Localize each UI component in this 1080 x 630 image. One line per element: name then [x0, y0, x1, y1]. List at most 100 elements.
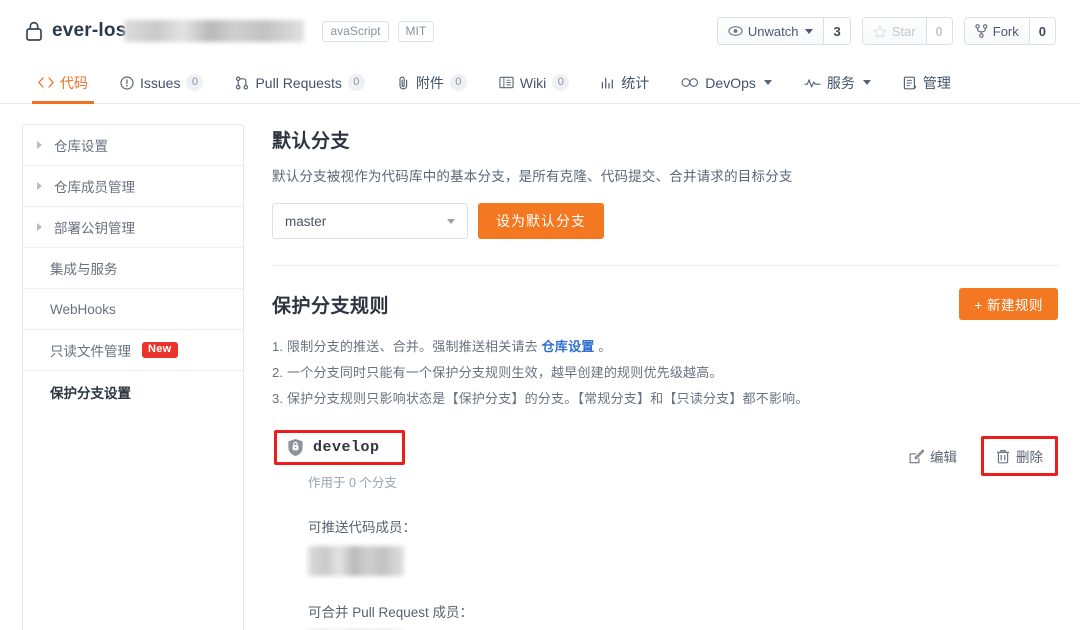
- rule-applies-to: 作用于 0 个分支: [308, 472, 473, 491]
- default-branch-row: master 设为默认分支: [272, 203, 1058, 239]
- protected-rule-actions: 编辑 删除: [899, 430, 1058, 476]
- chevron-down-icon: [447, 219, 455, 224]
- rule-note-1-suffix: 。: [594, 339, 611, 354]
- fork-count: 0: [1029, 18, 1055, 44]
- protected-rules-header: 保护分支规则 + 新建规则: [272, 288, 1058, 320]
- sidebar-item-protected-branches[interactable]: 保护分支设置: [23, 371, 243, 412]
- edit-rule-button[interactable]: 编辑: [899, 439, 967, 473]
- default-branch-description: 默认分支被视作为代码库中的基本分支，是所有克隆、代码提交、合并请求的目标分支: [272, 165, 1058, 185]
- sidebar-item-repo-settings[interactable]: 仓库设置: [23, 125, 243, 166]
- watch-count: 3: [823, 18, 849, 44]
- tab-wiki-badge: 0: [552, 74, 569, 91]
- fork-button-group[interactable]: Fork 0: [964, 17, 1056, 45]
- default-branch-title: 默认分支: [272, 126, 1058, 153]
- fork-label: Fork: [993, 24, 1019, 39]
- new-rule-button[interactable]: + 新建规则: [959, 288, 1058, 320]
- license-chip: MIT: [398, 21, 435, 42]
- lock-icon: [24, 20, 44, 42]
- sidebar-item-repo-members[interactable]: 仓库成员管理: [23, 166, 243, 207]
- merge-members-label: 可合并 Pull Request 成员：: [308, 601, 473, 621]
- tab-management-label: 管理: [923, 73, 951, 93]
- rule-note-1: 1. 限制分支的推送、合并。强制推送相关请去 仓库设置 。: [272, 334, 1058, 360]
- tab-devops-label: DevOps: [705, 75, 756, 91]
- protected-rules-notes: 1. 限制分支的推送、合并。强制推送相关请去 仓库设置 。 2. 一个分支同时只…: [272, 334, 1058, 412]
- star-button-group[interactable]: Star 0: [862, 17, 953, 45]
- tab-statistics-label: 统计: [621, 73, 649, 93]
- tab-attachments-badge: 0: [450, 74, 467, 91]
- tab-issues[interactable]: Issues 0: [104, 62, 219, 103]
- page-body: 仓库设置 仓库成员管理 部署公钥管理 集成与服务 WebHooks 只读文件管理…: [0, 104, 1080, 630]
- tab-code[interactable]: 代码: [22, 62, 104, 103]
- sidebar-item-deploy-keys[interactable]: 部署公钥管理: [23, 207, 243, 248]
- repo-name-text[interactable]: ever-los: [52, 20, 126, 42]
- star-count: 0: [926, 18, 952, 44]
- chevron-down-icon: [805, 29, 813, 34]
- tab-management[interactable]: 管理: [887, 62, 967, 103]
- sidebar-item-label: 保护分支设置: [50, 382, 131, 402]
- push-members-redacted: [308, 546, 404, 576]
- tab-pull-requests[interactable]: Pull Requests 0: [219, 62, 380, 103]
- pulse-icon: [804, 77, 821, 89]
- sidebar-item-webhooks[interactable]: WebHooks: [23, 289, 243, 330]
- tab-issues-label: Issues: [140, 75, 180, 91]
- unwatch-button[interactable]: Unwatch: [718, 18, 824, 44]
- sidebar-item-label: WebHooks: [50, 302, 116, 317]
- code-icon: [38, 76, 54, 89]
- repo-nav-tabs: 代码 Issues 0 Pull Requests 0 附件 0 W: [0, 62, 1080, 104]
- rule-name-text: develop: [313, 439, 380, 456]
- tab-code-label: 代码: [60, 73, 88, 93]
- repo-name-redacted: [124, 20, 304, 42]
- watch-button-group[interactable]: Unwatch 3: [717, 17, 851, 45]
- star-label: Star: [892, 24, 916, 39]
- tab-attachments-label: 附件: [416, 73, 444, 93]
- chevron-down-icon: [764, 80, 772, 85]
- rule-note-1-prefix: 1. 限制分支的推送、合并。强制推送相关请去: [272, 339, 542, 354]
- sidebar-item-readonly-files[interactable]: 只读文件管理 New: [23, 330, 243, 371]
- chevron-right-icon: [37, 141, 42, 149]
- sidebar-item-label: 仓库成员管理: [54, 176, 135, 196]
- eye-icon: [728, 25, 743, 37]
- sidebar-item-integrations[interactable]: 集成与服务: [23, 248, 243, 289]
- section-divider: [272, 265, 1058, 266]
- protected-rule-item: develop 作用于 0 个分支 可推送代码成员： 可合并 Pull Requ…: [272, 430, 1058, 630]
- protected-rules-title: 保护分支规则: [272, 291, 389, 318]
- star-button[interactable]: Star: [863, 18, 926, 44]
- new-badge: New: [142, 342, 178, 358]
- repo-title: ever-los avaScript MIT: [24, 20, 717, 42]
- protected-rule-details: develop 作用于 0 个分支 可推送代码成员： 可合并 Pull Requ…: [272, 430, 473, 630]
- tab-services-label: 服务: [827, 73, 855, 93]
- sidebar-item-label: 集成与服务: [50, 258, 118, 278]
- tab-wiki-label: Wiki: [520, 75, 546, 91]
- main-content: 默认分支 默认分支被视作为代码库中的基本分支，是所有克隆、代码提交、合并请求的目…: [272, 124, 1058, 630]
- tab-services[interactable]: 服务: [788, 62, 887, 103]
- trash-icon: [996, 449, 1010, 464]
- edit-icon: [909, 449, 924, 464]
- rule-name-box[interactable]: develop: [274, 430, 405, 465]
- branch-select[interactable]: master: [272, 203, 468, 239]
- tab-pull-requests-label: Pull Requests: [255, 75, 341, 91]
- chevron-right-icon: [37, 223, 42, 231]
- settings-sidebar: 仓库设置 仓库成员管理 部署公钥管理 集成与服务 WebHooks 只读文件管理…: [22, 124, 244, 630]
- chevron-down-icon: [863, 80, 871, 85]
- set-default-branch-button[interactable]: 设为默认分支: [478, 203, 604, 239]
- sidebar-item-label: 仓库设置: [54, 135, 108, 155]
- tab-wiki[interactable]: Wiki 0: [483, 62, 585, 103]
- repo-header: ever-los avaScript MIT Unwatch 3: [0, 0, 1080, 62]
- tab-statistics[interactable]: 统计: [585, 62, 665, 103]
- branch-select-value: master: [285, 214, 326, 229]
- repo-settings-link[interactable]: 仓库设置: [542, 339, 595, 354]
- sidebar-item-label: 只读文件管理: [50, 340, 131, 360]
- clipboard-icon: [903, 76, 917, 90]
- paperclip-icon: [397, 75, 410, 90]
- tab-devops[interactable]: DevOps: [665, 62, 788, 103]
- tab-pull-requests-badge: 0: [348, 74, 365, 91]
- delete-rule-button[interactable]: 删除: [981, 436, 1058, 476]
- star-icon: [873, 25, 887, 38]
- shield-lock-icon: [287, 438, 304, 457]
- pull-request-icon: [235, 76, 249, 90]
- fork-button[interactable]: Fork: [965, 18, 1029, 44]
- chart-icon: [601, 76, 615, 89]
- tab-attachments[interactable]: 附件 0: [381, 62, 483, 103]
- issue-icon: [120, 76, 134, 90]
- rule-note-2: 2. 一个分支同时只能有一个保护分支规则生效，越早创建的规则优先级越高。: [272, 360, 1058, 386]
